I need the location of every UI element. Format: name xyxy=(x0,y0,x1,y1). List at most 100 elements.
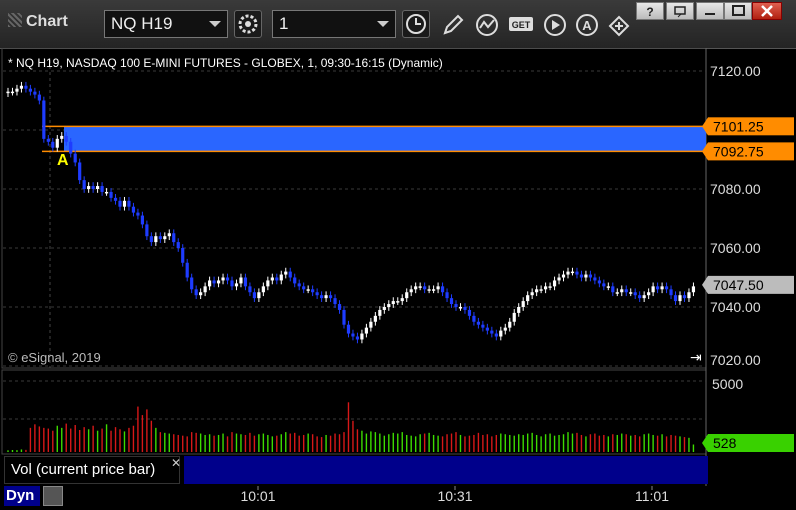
candle-body xyxy=(42,100,46,139)
candle-body xyxy=(306,289,310,291)
link-icon[interactable] xyxy=(606,12,632,38)
symbol-combobox[interactable]: NQ H19 xyxy=(104,10,228,38)
last-price-tag-pointer xyxy=(702,275,708,294)
candle-body xyxy=(87,186,91,189)
volume-tick-label: 5000 xyxy=(712,376,743,392)
alert-icon[interactable]: A xyxy=(574,12,600,38)
volume-bars xyxy=(7,402,695,452)
support-zone[interactable]: A xyxy=(42,125,706,169)
candle-body xyxy=(687,292,691,299)
candle-body xyxy=(409,289,413,293)
candle-body xyxy=(584,274,588,278)
candle-body xyxy=(284,271,288,275)
minimize-button[interactable] xyxy=(696,2,724,20)
candle-body xyxy=(503,327,507,331)
restore-button[interactable] xyxy=(666,2,694,20)
zone-bottom-tag: 7092.75 xyxy=(713,143,764,159)
play-icon[interactable] xyxy=(542,12,568,38)
candle-body xyxy=(270,277,274,281)
get-data-icon[interactable]: GET xyxy=(508,12,534,38)
page-tab[interactable]: Dyn xyxy=(4,486,40,506)
last-price-tag: 7047.50 xyxy=(713,277,764,293)
chevron-down-icon xyxy=(209,21,221,27)
candle-body xyxy=(387,304,391,307)
zone-fill xyxy=(64,126,706,152)
candle-body xyxy=(73,153,77,163)
candle-body xyxy=(140,215,144,225)
candle-body xyxy=(494,333,498,337)
candle-body xyxy=(320,295,324,299)
candle-body xyxy=(445,292,449,299)
candle-body xyxy=(46,138,50,142)
gridlines xyxy=(1,48,707,486)
study-icon[interactable] xyxy=(474,12,500,38)
candle-body xyxy=(499,330,503,337)
candle-body xyxy=(100,186,104,192)
candle-body xyxy=(436,286,440,290)
candle-body xyxy=(561,274,566,278)
maximize-icon xyxy=(732,5,745,16)
candle-body xyxy=(96,186,100,189)
candle-body xyxy=(360,333,364,340)
drag-grip-icon[interactable] xyxy=(8,13,22,27)
help-button[interactable]: ? xyxy=(636,2,664,20)
candle-body xyxy=(651,286,655,293)
pencil-icon[interactable] xyxy=(440,12,466,38)
candle-body xyxy=(364,327,368,334)
candle-body xyxy=(629,292,633,294)
candle-body xyxy=(485,327,489,331)
price-chart[interactable]: A 7120.00 7080.00 7060.00 7040.00 7020.00 710… xyxy=(0,48,796,510)
scroll-end-icon: ⇥ xyxy=(690,350,702,366)
candle-body xyxy=(633,292,637,296)
price-tick-label: 7120.00 xyxy=(710,63,761,79)
candle-body xyxy=(382,307,386,310)
candle-body xyxy=(490,330,494,334)
candle-body xyxy=(673,295,678,302)
candle-body xyxy=(221,277,225,281)
candle-body xyxy=(145,224,149,237)
time-tick-label: 11:01 xyxy=(635,488,669,504)
candle-body xyxy=(552,280,557,287)
restore-icon xyxy=(674,6,686,18)
candle-body xyxy=(199,292,203,296)
toolbar: Chart NQ H19 1 GET A ? xyxy=(0,0,796,49)
svg-text:A: A xyxy=(582,18,592,33)
candle-body xyxy=(544,286,548,290)
volume-panel-title[interactable]: Vol (current price bar) xyxy=(4,456,180,484)
settings-button[interactable] xyxy=(234,10,262,38)
window-title-label: Chart xyxy=(26,13,68,30)
candle-body xyxy=(51,141,55,148)
candle-body xyxy=(136,212,140,216)
candle-body xyxy=(185,262,189,278)
candle-body xyxy=(28,88,32,92)
zone-top-tag: 7101.25 xyxy=(713,118,764,134)
candle-body xyxy=(109,191,113,198)
candle-body xyxy=(579,274,584,278)
time-axis[interactable]: 10:01 10:31 11:01 xyxy=(0,486,796,510)
interval-combobox[interactable]: 1 xyxy=(272,10,396,38)
volume-pane xyxy=(1,369,707,455)
price-pane xyxy=(1,48,707,369)
volume-panel-bar xyxy=(184,456,708,484)
candle-body xyxy=(440,286,445,293)
candle-body xyxy=(588,274,592,278)
close-panel-icon[interactable]: ✕ xyxy=(171,456,181,470)
close-button[interactable] xyxy=(752,2,782,20)
time-button[interactable] xyxy=(402,10,430,38)
candle-body xyxy=(423,286,427,290)
candle-body xyxy=(414,286,418,290)
candle-body xyxy=(355,336,360,340)
candle-body xyxy=(575,271,579,275)
maximize-button[interactable] xyxy=(724,2,752,20)
candle-body xyxy=(369,321,373,328)
candle-body xyxy=(691,286,696,293)
candle-body xyxy=(257,292,261,299)
candle-body xyxy=(620,289,624,293)
gear-icon xyxy=(238,14,258,34)
candle-body xyxy=(611,286,615,293)
candle-body xyxy=(33,91,37,95)
candle-body xyxy=(472,315,476,322)
candle-body xyxy=(158,236,162,240)
window-title[interactable]: Chart xyxy=(8,13,68,31)
lock-icon[interactable] xyxy=(43,486,63,506)
